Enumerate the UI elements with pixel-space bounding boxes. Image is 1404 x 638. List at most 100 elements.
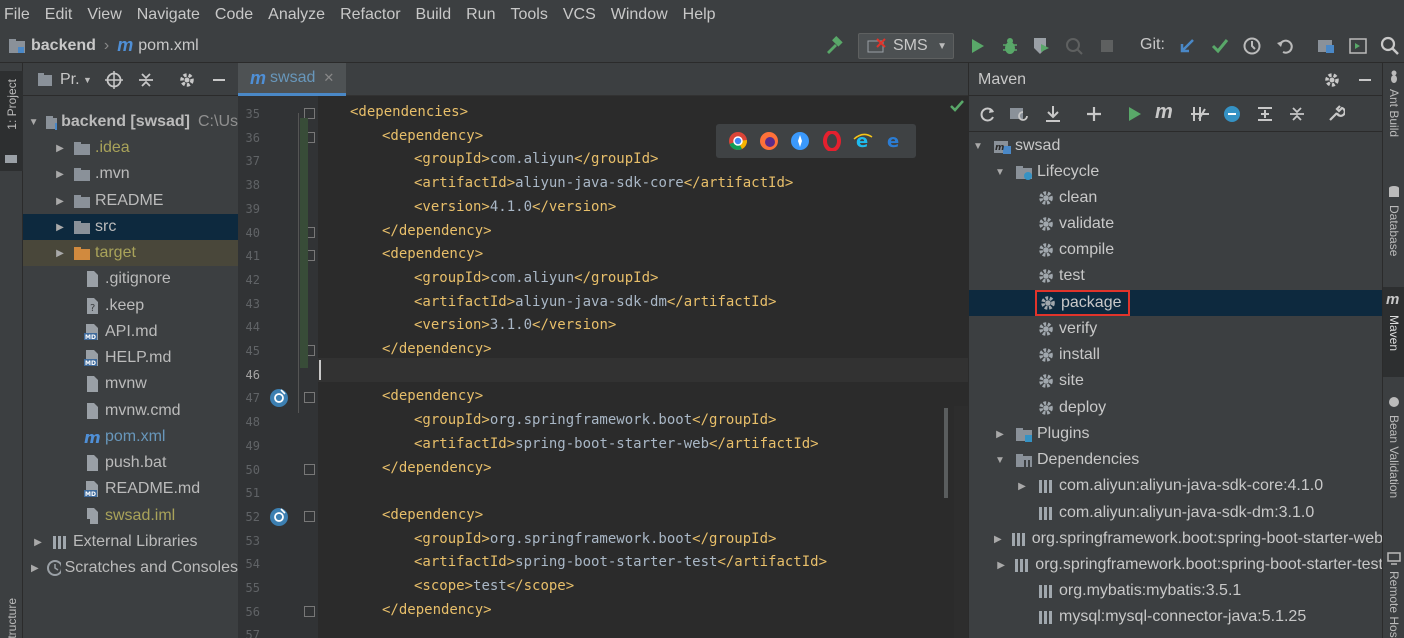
view-selector[interactable]: Pr. bbox=[60, 71, 80, 89]
collapsed-arrow-icon[interactable]: ▶ bbox=[31, 537, 45, 548]
expanded-arrow-icon[interactable]: ▼ bbox=[29, 117, 39, 128]
maven-item-lifecycle[interactable]: ▼ Lifecycle bbox=[969, 159, 1382, 185]
safari-icon[interactable] bbox=[790, 131, 810, 151]
maven-item-mysql-mysql-connector-java-5-1-25[interactable]: mysql:mysql-connector-java:5.1.25 bbox=[969, 604, 1382, 630]
tree-row-mvnw-cmd[interactable]: mvnw.cmd bbox=[23, 398, 238, 424]
internet-explorer-icon[interactable]: e bbox=[853, 131, 873, 151]
execute-goal-icon[interactable]: m bbox=[1155, 101, 1173, 124]
debug-icon[interactable] bbox=[1000, 36, 1020, 56]
tree-row-readme[interactable]: ▶ README bbox=[23, 188, 238, 214]
stop-icon[interactable] bbox=[1097, 36, 1117, 56]
maven-item-deploy[interactable]: deploy bbox=[969, 395, 1382, 421]
menu-item-analyze[interactable]: Analyze bbox=[268, 6, 325, 24]
tree-row-src[interactable]: ▶ src bbox=[23, 214, 238, 240]
tree-row--keep[interactable]: ? .keep bbox=[23, 293, 238, 319]
collapsed-arrow-icon[interactable]: ▶ bbox=[53, 169, 67, 180]
maven-item-validate[interactable]: validate bbox=[969, 211, 1382, 237]
expanded-arrow-icon[interactable]: ▼ bbox=[993, 167, 1007, 178]
expanded-arrow-icon[interactable]: ▼ bbox=[971, 141, 985, 152]
maven-item-com-aliyun-aliyun-java-sdk-dm-3-1-0[interactable]: com.aliyun:aliyun-java-sdk-dm:3.1.0 bbox=[969, 500, 1382, 526]
menu-item-view[interactable]: View bbox=[87, 6, 121, 24]
menu-item-window[interactable]: Window bbox=[611, 6, 668, 24]
minimize-icon[interactable] bbox=[211, 72, 227, 88]
fold-open-icon[interactable] bbox=[304, 510, 315, 522]
menu-item-help[interactable]: Help bbox=[683, 6, 716, 24]
maven-item-org-mybatis-mybatis-3-5-1[interactable]: org.mybatis:mybatis:3.5.1 bbox=[969, 578, 1382, 604]
fold-close-icon[interactable] bbox=[304, 463, 315, 475]
toggle-offline-icon[interactable] bbox=[1190, 105, 1210, 123]
generate-sources-icon[interactable] bbox=[1009, 105, 1029, 123]
chevron-down-icon[interactable]: ▼ bbox=[83, 75, 92, 85]
menu-item-refactor[interactable]: Refactor bbox=[340, 6, 400, 24]
fold-close-icon[interactable] bbox=[304, 605, 315, 617]
menu-item-code[interactable]: Code bbox=[215, 6, 253, 24]
tree-row--gitignore[interactable]: .gitignore bbox=[23, 266, 238, 292]
collapse-all-icon[interactable] bbox=[1288, 105, 1306, 123]
opera-icon[interactable] bbox=[822, 131, 842, 151]
collapsed-arrow-icon[interactable]: ▶ bbox=[997, 560, 1005, 571]
menu-item-build[interactable]: Build bbox=[416, 6, 452, 24]
tab-pom-xml[interactable]: m swsad ✕ bbox=[238, 63, 346, 96]
collapsed-arrow-icon[interactable]: ▶ bbox=[994, 534, 1002, 545]
reimport-icon[interactable] bbox=[978, 105, 996, 123]
breadcrumb-file[interactable]: pom.xml bbox=[138, 37, 198, 55]
edge-icon[interactable]: e bbox=[884, 131, 904, 151]
maven-item-swsad[interactable]: ▼ m swsad bbox=[969, 133, 1382, 159]
menu-item-navigate[interactable]: Navigate bbox=[137, 6, 200, 24]
tab-remote-host[interactable]: Remote Host bbox=[1383, 549, 1404, 638]
inspection-check-icon[interactable] bbox=[950, 99, 964, 113]
spring-bean-gutter-icon[interactable] bbox=[268, 387, 290, 409]
spring-bean-gutter-icon[interactable] bbox=[268, 506, 290, 528]
build-hammer-icon[interactable] bbox=[824, 36, 844, 56]
breadcrumb-project[interactable]: backend bbox=[31, 37, 96, 55]
history-clock-icon[interactable] bbox=[1242, 36, 1262, 56]
coverage-icon[interactable] bbox=[1031, 36, 1051, 56]
tree-row-target[interactable]: ▶ target bbox=[23, 240, 238, 266]
collapsed-arrow-icon[interactable]: ▶ bbox=[53, 222, 67, 233]
minimize-icon[interactable] bbox=[1357, 72, 1373, 88]
collapsed-arrow-icon[interactable]: ▶ bbox=[53, 196, 67, 207]
maven-item-install[interactable]: install bbox=[969, 342, 1382, 368]
run-anything-icon[interactable] bbox=[1348, 36, 1368, 56]
scrollbar[interactable] bbox=[944, 408, 948, 498]
skip-tests-icon[interactable] bbox=[1223, 105, 1241, 123]
firefox-icon[interactable] bbox=[759, 131, 779, 151]
tree-row-backend-swsad-[interactable]: ▼ backend [swsad] C:\Us bbox=[23, 109, 238, 135]
maven-item-compile[interactable]: compile bbox=[969, 237, 1382, 263]
collapsed-arrow-icon[interactable]: ▶ bbox=[53, 143, 67, 154]
tree-row-push-bat[interactable]: push.bat bbox=[23, 450, 238, 476]
chrome-icon[interactable] bbox=[728, 131, 748, 151]
tree-row--mvn[interactable]: ▶ .mvn bbox=[23, 161, 238, 187]
tab-project[interactable]: 1: Project bbox=[0, 71, 23, 171]
tree-row-scratches-and-consoles[interactable]: ▶ Scratches and Consoles bbox=[23, 555, 238, 581]
collapsed-arrow-icon[interactable]: ▶ bbox=[993, 429, 1007, 440]
gear-icon[interactable] bbox=[1323, 71, 1341, 89]
tab-database[interactable]: Database bbox=[1383, 183, 1404, 283]
git-commit-check-icon[interactable] bbox=[1210, 36, 1230, 56]
run-icon[interactable] bbox=[967, 36, 987, 56]
maven-item-package[interactable]: package bbox=[969, 290, 1382, 316]
menu-item-run[interactable]: Run bbox=[466, 6, 495, 24]
menu-item-edit[interactable]: Edit bbox=[45, 6, 73, 24]
close-icon[interactable]: ✕ bbox=[323, 70, 334, 86]
expanded-arrow-icon[interactable]: ▼ bbox=[993, 455, 1007, 466]
maven-item-site[interactable]: site bbox=[969, 368, 1382, 394]
download-icon[interactable] bbox=[1044, 105, 1062, 123]
gear-icon[interactable] bbox=[178, 71, 196, 89]
collapsed-arrow-icon[interactable]: ▶ bbox=[1015, 481, 1029, 492]
collapse-all-icon[interactable] bbox=[137, 71, 155, 89]
tree-row-mvnw[interactable]: mvnw bbox=[23, 371, 238, 397]
maven-item-org-springframework-boot-spring-boot-sta[interactable]: ▶ org.springframework.boot:spring-boot-st… bbox=[969, 526, 1382, 552]
tree-row-pom-xml[interactable]: m pom.xml bbox=[23, 424, 238, 450]
collapsed-arrow-icon[interactable]: ▶ bbox=[53, 248, 67, 259]
maven-item-verify[interactable]: verify bbox=[969, 316, 1382, 342]
tree-row-api-md[interactable]: MD API.md bbox=[23, 319, 238, 345]
maven-item-plugins[interactable]: ▶ Plugins bbox=[969, 421, 1382, 447]
project-structure-icon[interactable] bbox=[1316, 36, 1336, 56]
git-update-icon[interactable] bbox=[1177, 36, 1197, 56]
tree-row--idea[interactable]: ▶ .idea bbox=[23, 135, 238, 161]
scroll-track[interactable] bbox=[954, 406, 968, 638]
collapsed-arrow-icon[interactable]: ▶ bbox=[29, 563, 40, 574]
maven-item-org-springframework-boot-spring-boot-sta[interactable]: ▶ org.springframework.boot:spring-boot-st… bbox=[969, 552, 1382, 578]
maven-item-com-aliyun-aliyun-java-sdk-core-4-1-0[interactable]: ▶ com.aliyun:aliyun-java-sdk-core:4.1.0 bbox=[969, 473, 1382, 499]
